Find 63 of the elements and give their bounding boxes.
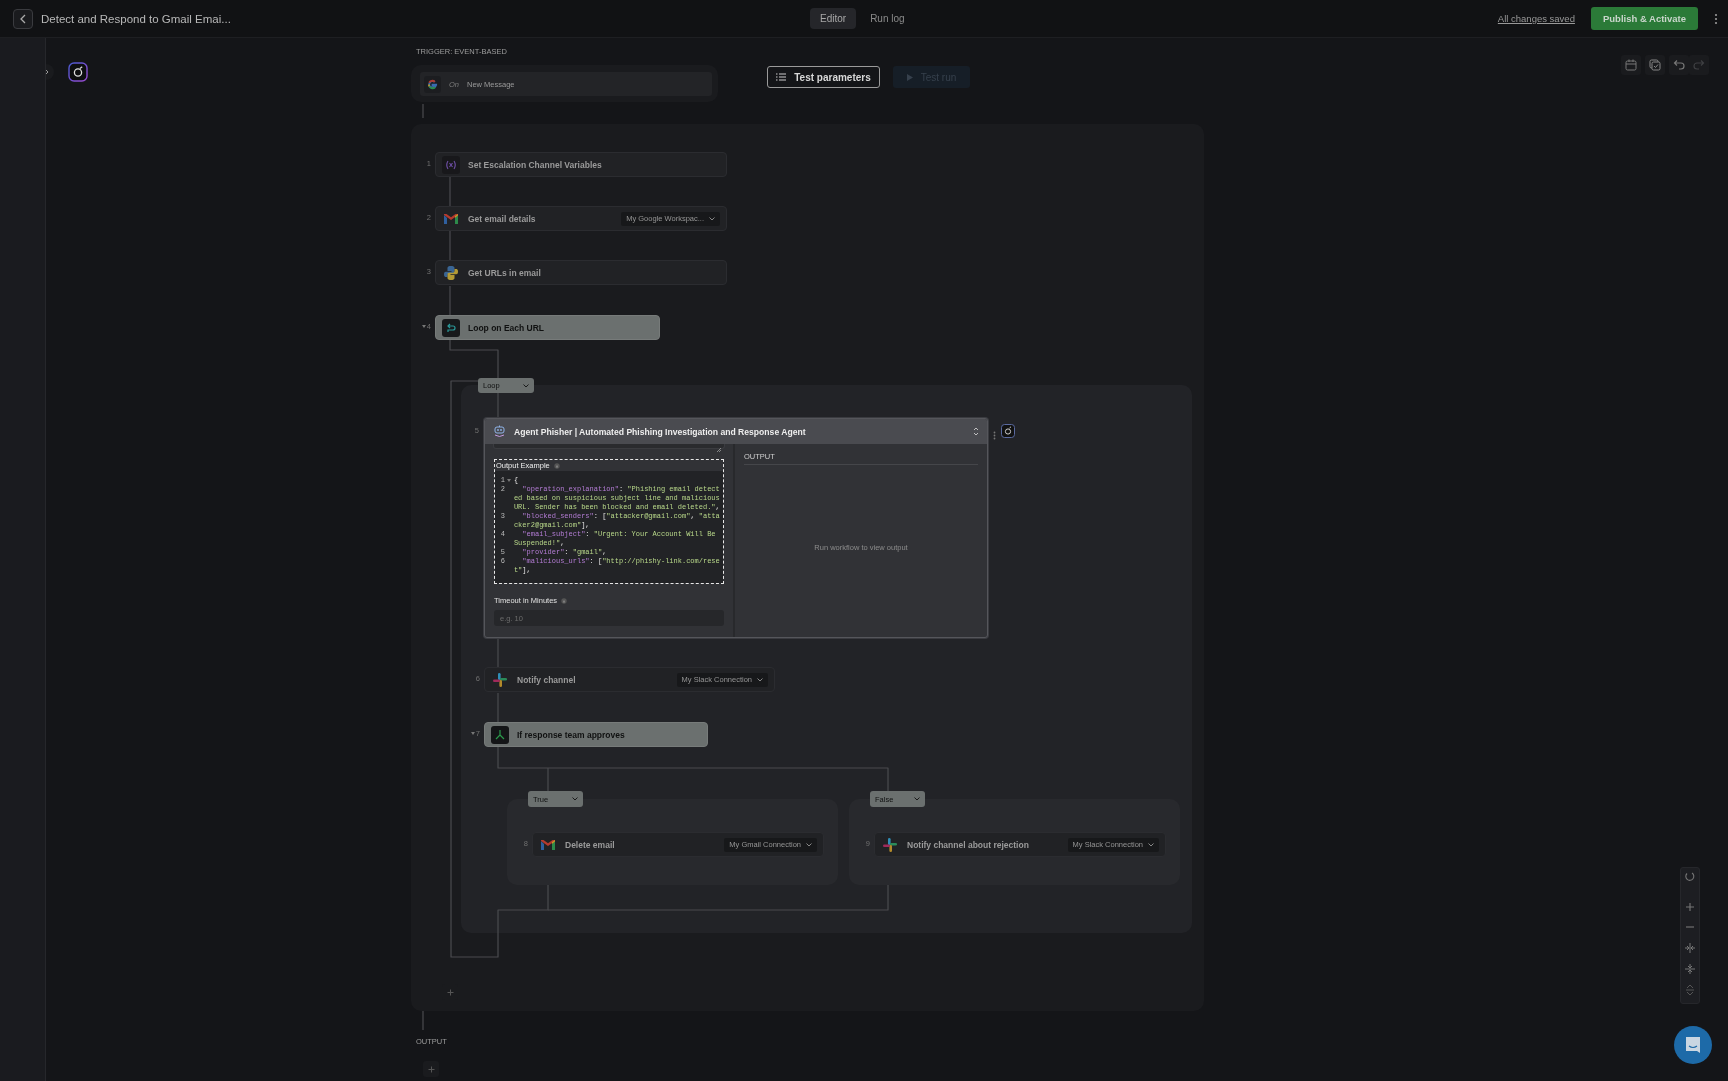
add-step-button[interactable] — [423, 1061, 439, 1077]
caret-icon — [757, 677, 763, 682]
copy-icon[interactable] — [1645, 55, 1665, 75]
more-icon[interactable] — [993, 431, 996, 440]
agent-title: Agent Phisher | Automated Phishing Investigation and Response Agent — [514, 426, 807, 437]
caret-icon — [572, 797, 578, 801]
agent-card[interactable] — [484, 418, 988, 638]
collapse-caret-icon[interactable] — [421, 325, 426, 328]
slack-icon — [881, 835, 899, 854]
test-parameters-button[interactable]: Test parameters — [767, 66, 880, 88]
caret-icon — [914, 797, 920, 801]
plus-icon — [446, 988, 454, 996]
step-title: Notify channel — [517, 674, 577, 685]
info-icon — [553, 462, 560, 469]
connector-line — [422, 1010, 424, 1031]
step-card[interactable]: Get URLs in email — [435, 260, 727, 285]
back-icon — [19, 13, 27, 24]
save-status-link[interactable]: All changes saved — [1497, 13, 1575, 24]
google-icon — [427, 78, 438, 90]
slack-icon — [491, 670, 509, 689]
tab[interactable]: Run log — [860, 8, 915, 29]
step-title: Delete email — [565, 839, 616, 850]
fit-height-icon[interactable] — [1682, 961, 1698, 977]
info-icon — [561, 597, 568, 604]
robot-icon — [493, 424, 506, 439]
loop-icon — [442, 318, 460, 337]
caret-icon — [709, 216, 715, 221]
fold-caret-icon[interactable] — [507, 479, 512, 482]
output-example-field[interactable] — [494, 459, 724, 584]
step-card[interactable]: If response team approves — [484, 722, 708, 747]
step-card[interactable]: Loop on Each URL — [435, 315, 660, 340]
step-title: Notify channel about rejection — [907, 839, 1030, 850]
resize-handle-icon — [716, 447, 722, 453]
collapse-caret-icon[interactable] — [470, 732, 475, 735]
publish-button[interactable]: Publish & Activate — [1590, 7, 1698, 30]
branch-icon — [491, 725, 509, 744]
back-button[interactable] — [13, 8, 33, 29]
variable-icon — [442, 155, 460, 174]
workflow-title: Detect and Respond to Gmail Emai... — [41, 12, 231, 25]
more-icon[interactable] — [1714, 12, 1718, 25]
calendar-icon[interactable] — [1621, 55, 1641, 75]
tab[interactable]: Editor — [810, 8, 857, 29]
python-icon — [442, 263, 460, 282]
expand-icon[interactable] — [973, 427, 979, 436]
plus-icon — [427, 1065, 435, 1073]
caret-icon — [806, 842, 812, 847]
chat-icon[interactable] — [1674, 1026, 1712, 1064]
agent-icon[interactable] — [68, 62, 88, 82]
step-title: Set Escalation Channel Variables — [468, 159, 603, 170]
step-title: Get email details — [468, 213, 537, 224]
list-icon — [776, 73, 787, 81]
caret-icon — [523, 383, 529, 388]
step-title: Get URLs in email — [468, 267, 542, 278]
agent-icon[interactable] — [1001, 424, 1015, 438]
step-title: Loop on Each URL — [468, 322, 546, 333]
step-card[interactable]: Set Escalation Channel Variables — [435, 152, 727, 177]
undo-icon[interactable] — [1669, 55, 1689, 75]
connector-line — [422, 103, 424, 119]
play-icon — [906, 73, 913, 81]
step-title: If response team approves — [517, 729, 626, 740]
prompt-field[interactable] — [493, 444, 725, 449]
caret-icon — [1148, 842, 1154, 847]
fit-width-icon[interactable] — [1682, 940, 1698, 956]
